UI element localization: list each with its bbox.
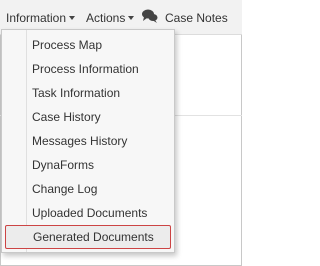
menu-item-case-history[interactable]: Case History bbox=[2, 105, 174, 129]
actions-menu-button[interactable]: Actions bbox=[86, 10, 135, 26]
menu-item-label: Case History bbox=[32, 110, 101, 124]
actions-label: Actions bbox=[86, 11, 126, 25]
case-notes-button[interactable]: Case Notes bbox=[165, 10, 228, 26]
menu-item-task-information[interactable]: Task Information bbox=[2, 81, 174, 105]
menu-item-dynaforms[interactable]: DynaForms bbox=[2, 153, 174, 177]
menu-item-label: Uploaded Documents bbox=[32, 206, 148, 220]
information-menu-button[interactable]: Information bbox=[6, 10, 76, 26]
case-notes-label: Case Notes bbox=[165, 11, 228, 25]
chevron-down-icon bbox=[69, 15, 76, 20]
menu-item-label: DynaForms bbox=[32, 158, 95, 172]
menu-item-label: Generated Documents bbox=[33, 230, 154, 244]
chevron-down-icon bbox=[128, 15, 135, 20]
menu-item-generated-documents[interactable]: Generated Documents bbox=[5, 225, 171, 249]
menu-item-process-map[interactable]: Process Map bbox=[2, 33, 174, 57]
menu-item-label: Change Log bbox=[32, 182, 98, 196]
information-label: Information bbox=[6, 11, 67, 25]
information-dropdown-menu: Process Map Process Information Task Inf… bbox=[1, 29, 175, 253]
menu-item-process-information[interactable]: Process Information bbox=[2, 57, 174, 81]
menu-item-uploaded-documents[interactable]: Uploaded Documents bbox=[2, 201, 174, 225]
menu-item-label: Process Map bbox=[32, 38, 103, 52]
menu-item-change-log[interactable]: Change Log bbox=[2, 177, 174, 201]
menu-item-label: Process Information bbox=[32, 62, 139, 76]
menu-item-label: Messages History bbox=[32, 134, 128, 148]
menu-item-label: Task Information bbox=[32, 86, 121, 100]
chat-bubbles-icon[interactable] bbox=[142, 9, 158, 23]
menu-item-messages-history[interactable]: Messages History bbox=[2, 129, 174, 153]
